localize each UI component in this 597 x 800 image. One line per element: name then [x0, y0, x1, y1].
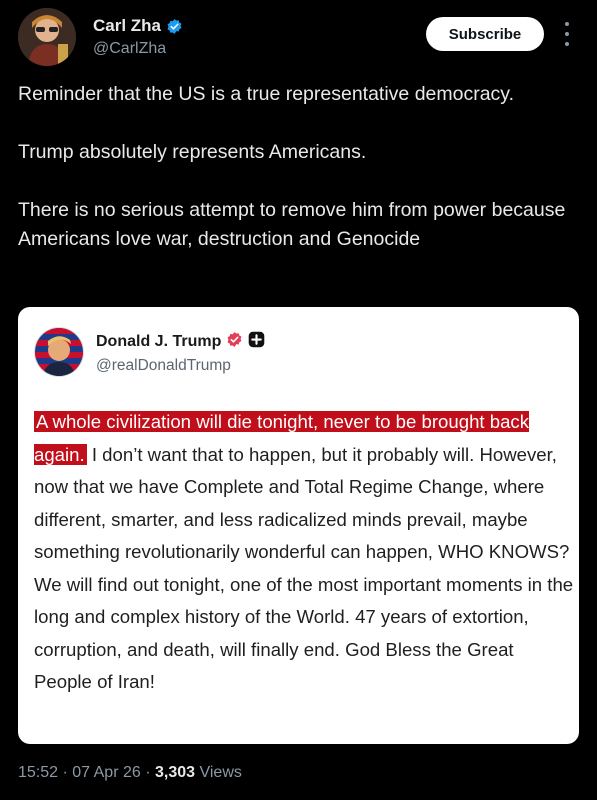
- plus-badge-icon: [248, 331, 265, 353]
- quoted-author-avatar: [34, 327, 84, 377]
- author-name-row: Carl Zha: [93, 16, 183, 36]
- quoted-author-display-name: Donald J. Trump: [96, 333, 222, 350]
- post-meta: 15:52 · 07 Apr 26 · 3,303 Views: [18, 764, 242, 782]
- meta-separator: ·: [140, 764, 155, 781]
- tweet-paragraph: There is no serious attempt to remove hi…: [18, 199, 566, 250]
- more-vertical-icon[interactable]: [560, 22, 574, 46]
- quoted-body-text: I don’t want that to happen, but it prob…: [34, 443, 574, 693]
- tweet-paragraph: Trump absolutely represents Americans.: [18, 141, 367, 163]
- author-display-name[interactable]: Carl Zha: [93, 16, 161, 36]
- author-avatar[interactable]: [18, 8, 76, 66]
- quoted-author-name-row: Donald J. Trump: [96, 331, 265, 353]
- truth-verified-icon: [226, 331, 243, 353]
- tweet-paragraph: Reminder that the US is a true represent…: [18, 83, 515, 105]
- post-date[interactable]: 07 Apr 26: [72, 764, 141, 781]
- meta-separator: ·: [58, 764, 73, 781]
- quoted-post-image[interactable]: Donald J. Trump @realDonaldTrump A whole…: [18, 307, 579, 744]
- post-header: Carl Zha @CarlZha Subscribe: [18, 8, 583, 68]
- quoted-post-text: A whole civilization will die tonight, n…: [34, 406, 574, 699]
- verified-badge-icon: [166, 18, 183, 35]
- tweet-text: Reminder that the US is a true represent…: [18, 80, 583, 254]
- views-count: 3,303: [154, 764, 196, 781]
- quoted-author-handle: @realDonaldTrump: [96, 357, 231, 374]
- post-time[interactable]: 15:52: [18, 764, 58, 781]
- author-handle[interactable]: @CarlZha: [93, 40, 166, 58]
- subscribe-button[interactable]: Subscribe: [426, 17, 544, 51]
- views-label: Views: [195, 764, 242, 781]
